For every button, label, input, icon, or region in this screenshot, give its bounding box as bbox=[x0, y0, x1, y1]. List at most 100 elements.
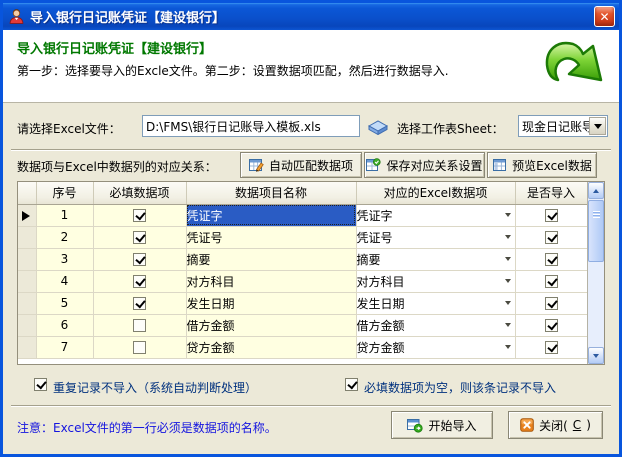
cell-field-name[interactable]: 发生日期 bbox=[186, 292, 356, 314]
table-row: 4 对方科目对方科目 bbox=[18, 270, 587, 292]
header-panel: 导入银行日记账凭证【建设银行】 第一步：选择要导入的Excle文件。第二步：设置… bbox=[3, 30, 619, 103]
close-label-key: C bbox=[573, 418, 581, 432]
browse-book-icon[interactable] bbox=[366, 118, 390, 135]
import-checkbox[interactable] bbox=[545, 297, 558, 310]
cell-import[interactable] bbox=[515, 248, 587, 270]
cell-required[interactable] bbox=[93, 248, 186, 270]
cell-excel-field[interactable]: 摘要 bbox=[356, 248, 515, 270]
mapping-label: 数据项与Excel中数据列的对应关系： bbox=[17, 158, 217, 175]
import-checkbox[interactable] bbox=[545, 231, 558, 244]
cell-required[interactable] bbox=[93, 270, 186, 292]
cell-field-name[interactable]: 借方金额 bbox=[186, 314, 356, 336]
col-excel-field: 对应的Excel数据项 bbox=[356, 182, 515, 204]
dropdown-arrow-icon[interactable] bbox=[505, 213, 511, 217]
cell-import[interactable] bbox=[515, 204, 587, 226]
footer-note: 注意：Excel文件的第一行必须是数据项的名称。 bbox=[17, 419, 277, 436]
required-checkbox[interactable] bbox=[133, 341, 146, 354]
col-field-name: 数据项目名称 bbox=[186, 182, 356, 204]
cell-index: 6 bbox=[36, 314, 93, 336]
import-checkbox[interactable] bbox=[545, 319, 558, 332]
dropdown-arrow-icon[interactable] bbox=[505, 235, 511, 239]
col-index: 序号 bbox=[36, 182, 93, 204]
close-label-post: ) bbox=[586, 418, 591, 432]
row-selector[interactable] bbox=[18, 226, 36, 248]
close-icon[interactable]: ✕ bbox=[594, 6, 615, 27]
cell-required[interactable] bbox=[93, 226, 186, 248]
close-label-pre: 关闭( bbox=[539, 417, 568, 434]
file-path-input[interactable] bbox=[142, 115, 360, 137]
cell-required[interactable] bbox=[93, 204, 186, 226]
grid-header-row: 序号 必填数据项 数据项目名称 对应的Excel数据项 是否导入 bbox=[18, 182, 587, 204]
required-checkbox[interactable] bbox=[133, 253, 146, 266]
cell-required[interactable] bbox=[93, 292, 186, 314]
dropdown-arrow-icon[interactable] bbox=[505, 345, 511, 349]
required-checkbox[interactable] bbox=[133, 231, 146, 244]
current-row-arrow-icon bbox=[22, 211, 30, 221]
required-checkbox[interactable] bbox=[133, 275, 146, 288]
cell-index: 4 bbox=[36, 270, 93, 292]
import-checkbox[interactable] bbox=[545, 341, 558, 354]
cell-import[interactable] bbox=[515, 314, 587, 336]
cell-field-name[interactable]: 摘要 bbox=[186, 248, 356, 270]
cell-import[interactable] bbox=[515, 270, 587, 292]
scroll-down-icon[interactable] bbox=[588, 347, 604, 364]
cell-excel-field[interactable]: 凭证字 bbox=[356, 204, 515, 226]
auto-match-button[interactable]: 自动匹配数据项 bbox=[240, 152, 362, 178]
cell-field-name[interactable]: 对方科目 bbox=[186, 270, 356, 292]
cell-index: 5 bbox=[36, 292, 93, 314]
cell-field-name[interactable]: 凭证号 bbox=[186, 226, 356, 248]
import-checkbox[interactable] bbox=[545, 209, 558, 222]
row-selector[interactable] bbox=[18, 314, 36, 336]
row-selector[interactable] bbox=[18, 336, 36, 358]
row-selector[interactable] bbox=[18, 204, 36, 226]
sheet-select[interactable]: 现金日记账导 bbox=[518, 115, 608, 137]
window-title: 导入银行日记账凭证【建设银行】 bbox=[30, 7, 225, 26]
cell-excel-field[interactable]: 借方金额 bbox=[356, 314, 515, 336]
required-checkbox[interactable] bbox=[133, 297, 146, 310]
preview-excel-label: 预览Excel数据 bbox=[512, 157, 592, 174]
cell-excel-field[interactable]: 贷方金额 bbox=[356, 336, 515, 358]
dropdown-arrow-icon[interactable] bbox=[505, 301, 511, 305]
cell-excel-field[interactable]: 凭证号 bbox=[356, 226, 515, 248]
cell-import[interactable] bbox=[515, 336, 587, 358]
start-import-button[interactable]: 开始导入 bbox=[391, 411, 493, 439]
dropdown-arrow-icon[interactable] bbox=[505, 323, 511, 327]
vertical-scrollbar[interactable] bbox=[587, 182, 604, 364]
cell-index: 7 bbox=[36, 336, 93, 358]
auto-match-label: 自动匹配数据项 bbox=[269, 157, 353, 174]
grid-body: 1凭证字凭证字2凭证号凭证号3摘要摘要4对方科目对方科目5发生日期发生日期6借方… bbox=[18, 204, 587, 358]
cell-field-name[interactable]: 凭证字 bbox=[186, 204, 356, 226]
cell-index: 2 bbox=[36, 226, 93, 248]
table-row: 2 凭证号凭证号 bbox=[18, 226, 587, 248]
import-checkbox[interactable] bbox=[545, 253, 558, 266]
cell-field-name[interactable]: 贷方金额 bbox=[186, 336, 356, 358]
cell-required[interactable] bbox=[93, 314, 186, 336]
required-checkbox[interactable] bbox=[133, 209, 146, 222]
save-mapping-label: 保存对应关系设置 bbox=[386, 157, 482, 174]
col-selector bbox=[18, 182, 36, 204]
cell-required[interactable] bbox=[93, 336, 186, 358]
separator bbox=[11, 149, 611, 151]
cell-excel-field[interactable]: 发生日期 bbox=[356, 292, 515, 314]
row-selector[interactable] bbox=[18, 270, 36, 292]
row-selector[interactable] bbox=[18, 248, 36, 270]
dropdown-arrow-icon[interactable] bbox=[505, 279, 511, 283]
scrollbar-thumb[interactable] bbox=[588, 200, 604, 262]
table-preview-icon bbox=[492, 158, 507, 172]
chevron-down-icon[interactable] bbox=[589, 117, 606, 135]
cell-import[interactable] bbox=[515, 226, 587, 248]
row-selector[interactable] bbox=[18, 292, 36, 314]
preview-excel-button[interactable]: 预览Excel数据 bbox=[487, 152, 597, 178]
required-checkbox[interactable] bbox=[133, 319, 146, 332]
cell-excel-field[interactable]: 对方科目 bbox=[356, 270, 515, 292]
file-label: 请选择Excel文件： bbox=[17, 120, 121, 137]
save-mapping-button[interactable]: 保存对应关系设置 bbox=[364, 152, 485, 178]
mapping-grid: 序号 必填数据项 数据项目名称 对应的Excel数据项 是否导入 1凭证字凭证字… bbox=[17, 181, 605, 365]
skip-duplicates-checkbox[interactable] bbox=[34, 378, 47, 391]
skip-empty-required-checkbox[interactable] bbox=[345, 378, 358, 391]
import-checkbox[interactable] bbox=[545, 275, 558, 288]
close-button[interactable]: 关闭( C) bbox=[508, 411, 603, 439]
scroll-up-icon[interactable] bbox=[588, 182, 604, 199]
cell-import[interactable] bbox=[515, 292, 587, 314]
dropdown-arrow-icon[interactable] bbox=[505, 257, 511, 261]
